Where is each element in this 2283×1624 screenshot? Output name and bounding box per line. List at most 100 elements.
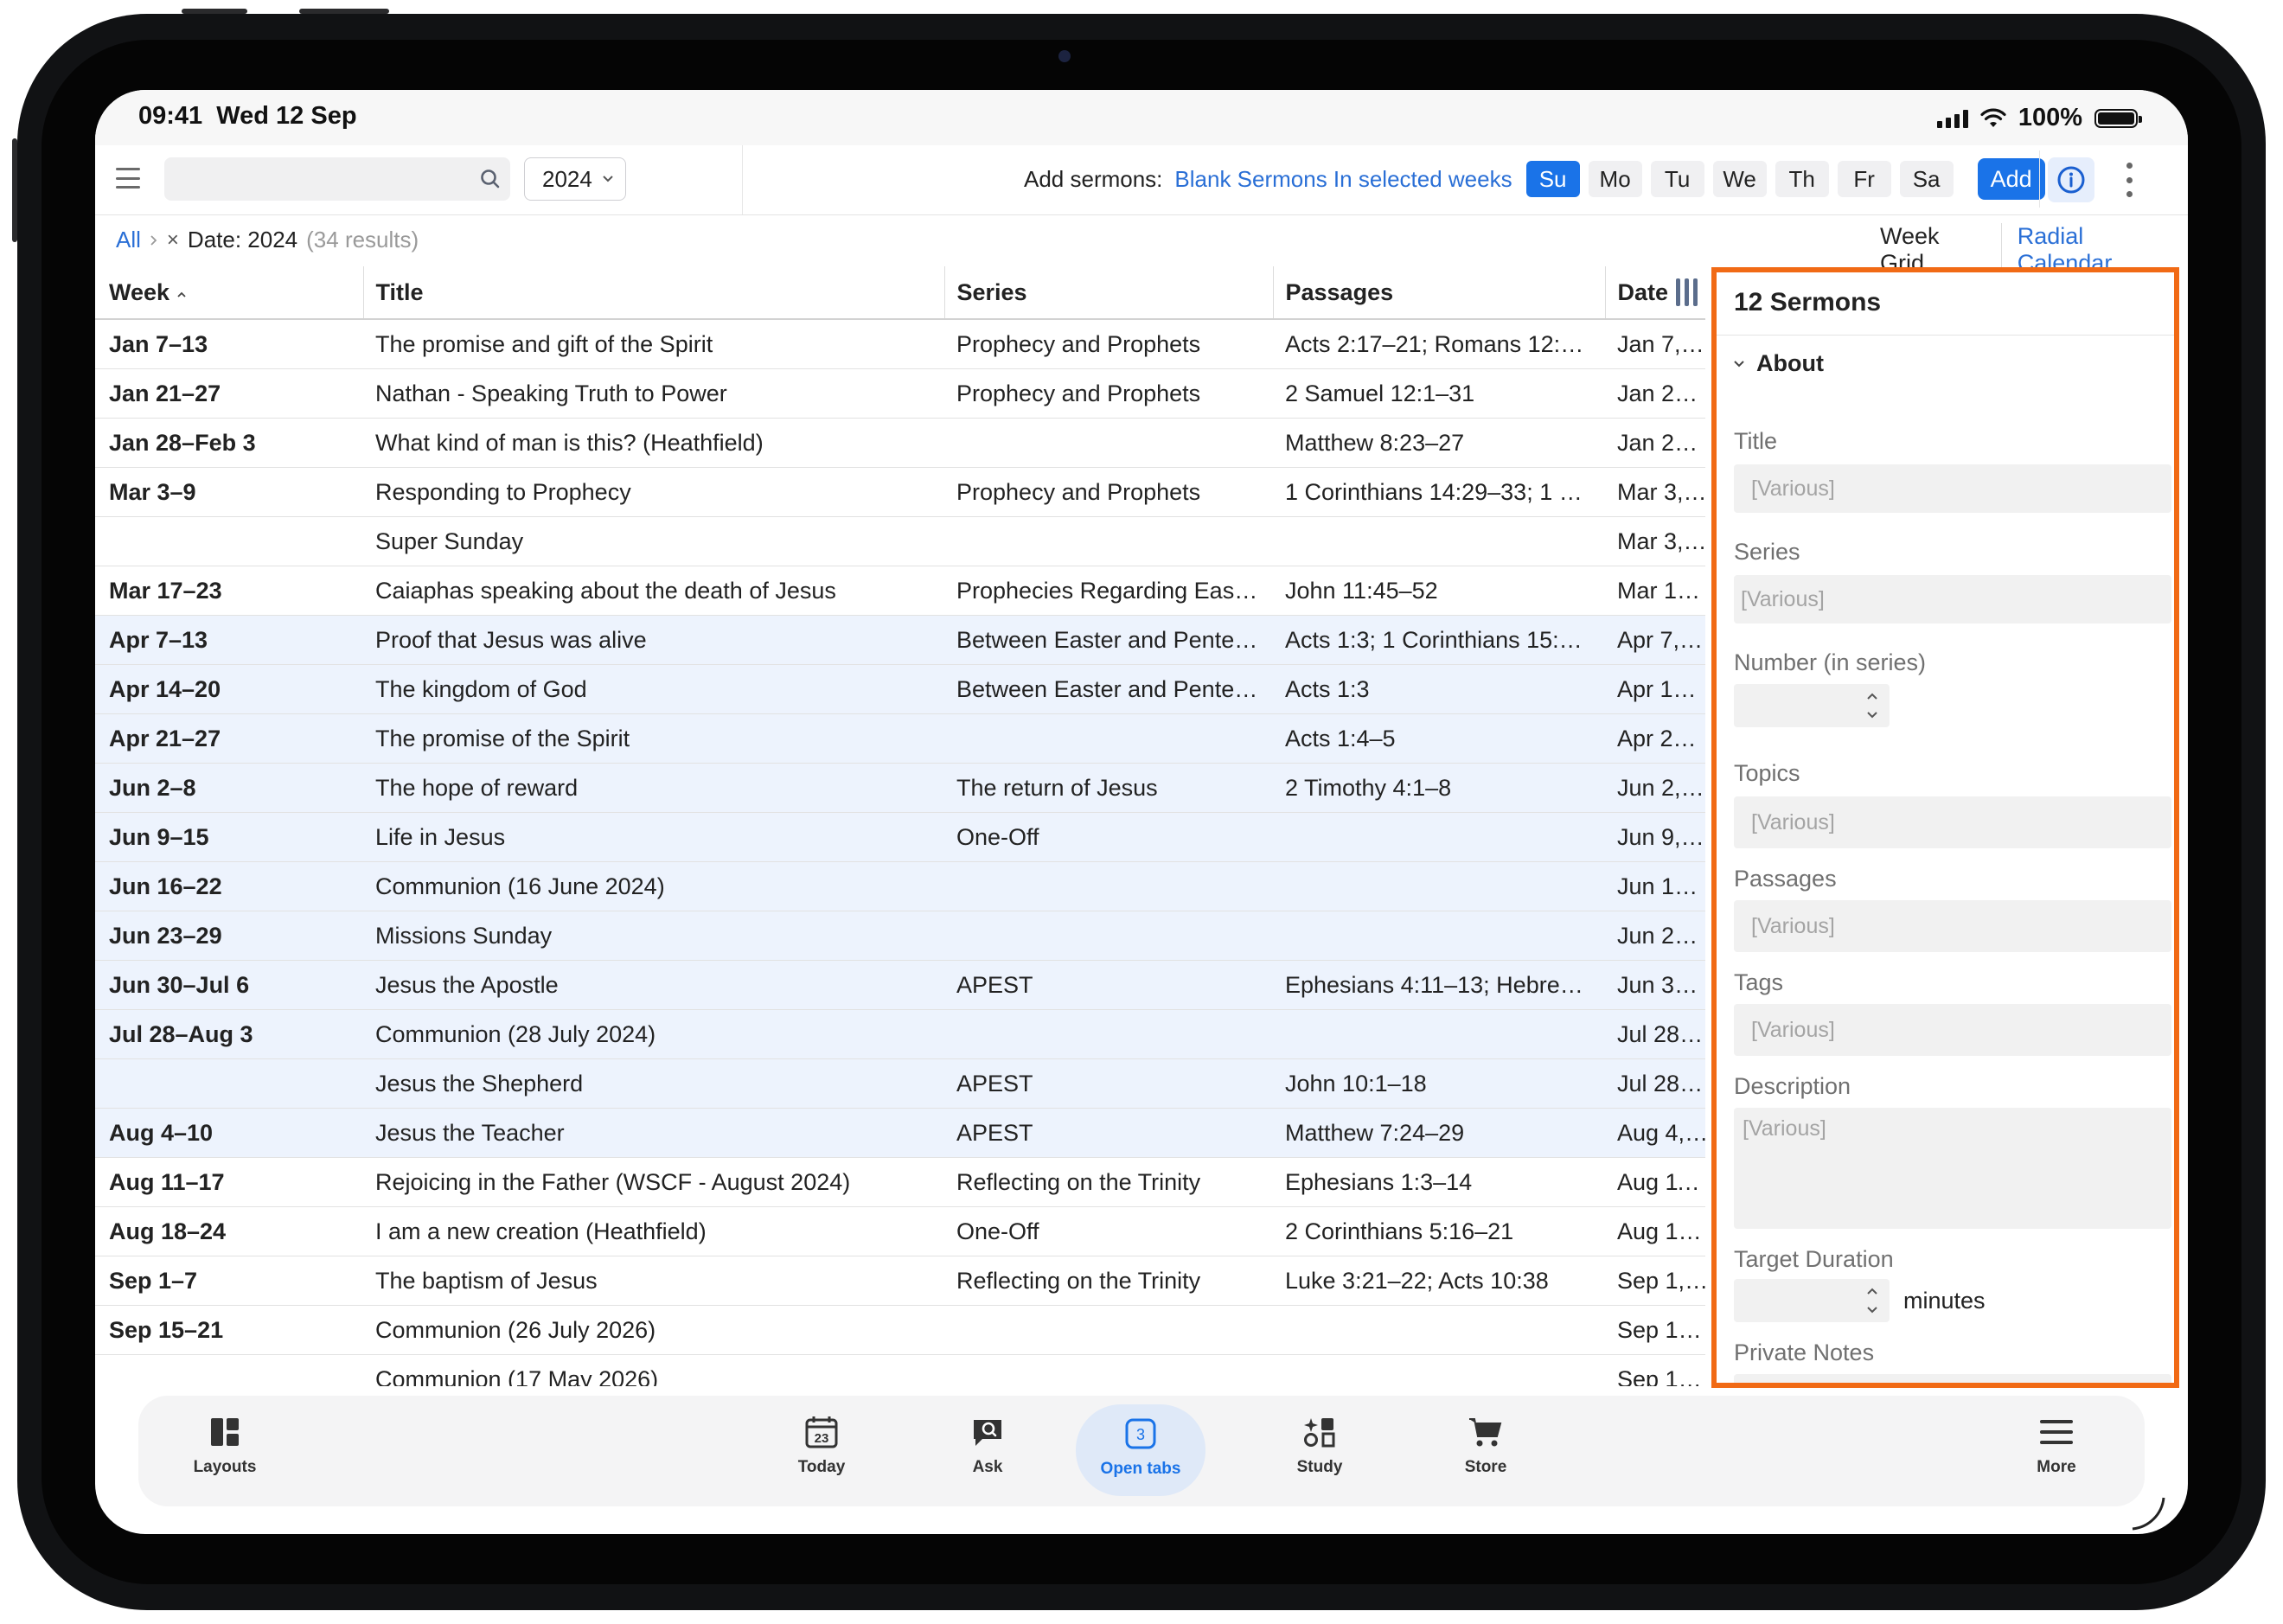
cell-title: Jesus the Teacher — [363, 1108, 944, 1158]
cell-week: Jan 28–Feb 3 — [95, 418, 363, 468]
cell-date: Aug 4, 20 — [1605, 1108, 1705, 1158]
stepper-arrows-icon — [1867, 693, 1877, 719]
table-header-row: Week Title Series Passages Date — [95, 266, 1705, 320]
table-row[interactable]: Apr 21–27 The promise of the Spirit Acts 1… — [95, 713, 1705, 764]
about-section-label: About — [1756, 350, 1824, 376]
cell-date: Jan 7, 20 — [1605, 319, 1705, 369]
cell-week: Jun 30–Jul 6 — [95, 960, 363, 1010]
number-stepper[interactable] — [1734, 684, 1890, 727]
passages-field[interactable]: [Various] — [1734, 900, 2171, 952]
cell-passages: 1 Corinthians 14:29–33; 1 C… — [1273, 467, 1605, 517]
table-row[interactable]: Sep 1–7 The baptism of Jesus Reflecting on… — [95, 1256, 1705, 1306]
tab-more[interactable]: More — [1996, 1413, 2117, 1477]
cell-passages — [1273, 812, 1605, 862]
title-field[interactable]: [Various] — [1734, 464, 2171, 513]
cell-title: Communion (26 July 2026) — [363, 1305, 944, 1355]
tab-store[interactable]: Store — [1425, 1413, 1546, 1477]
tags-field[interactable]: [Various] — [1734, 1004, 2171, 1056]
year-select-value: 2024 — [542, 165, 592, 192]
tab-open-tabs[interactable]: 3 Open tabs — [1076, 1404, 1205, 1496]
table-row[interactable]: Mar 17–23 Caiaphas speaking about the dea… — [95, 566, 1705, 616]
column-header-week[interactable]: Week — [95, 266, 364, 320]
cell-week: Sep 15–21 — [95, 1305, 363, 1355]
day-toggle-sunday[interactable]: Su — [1525, 161, 1580, 197]
table-row[interactable]: Jesus the Shepherd APEST John 10:1–18 Jul 2… — [95, 1058, 1705, 1109]
day-toggle-friday[interactable]: Fr — [1837, 161, 1891, 197]
description-field[interactable]: [Various] — [1734, 1108, 2171, 1229]
menu-icon — [2040, 1420, 2073, 1444]
tab-today[interactable]: 23 Today — [761, 1413, 882, 1477]
cell-week: Jul 28–Aug 3 — [95, 1009, 363, 1059]
more-options-icon[interactable] — [2119, 163, 2139, 197]
app-screen: 09:41 Wed 12 Sep 100% 2024 Add sermons: … — [95, 90, 2188, 1534]
cell-passages: 2 Corinthians 5:16–21 — [1273, 1206, 1605, 1256]
table-row[interactable]: Aug 4–10 Jesus the Teacher APEST Matthew 7:… — [95, 1108, 1705, 1158]
info-button[interactable] — [2048, 157, 2094, 202]
wifi-icon — [1980, 108, 2006, 127]
table-row[interactable]: Sep 15–21 Communion (26 July 2026) Sep 15,… — [95, 1305, 1705, 1355]
table-row[interactable]: Jun 9–15 Life in Jesus One-Off Jun 9, 20 — [95, 812, 1705, 862]
topics-field[interactable]: [Various] — [1734, 796, 2171, 848]
cell-series: APEST — [944, 1058, 1273, 1109]
table-row[interactable]: Jun 2–8 The hope of reward The return of J… — [95, 763, 1705, 813]
table-row[interactable]: Jan 7–13 The promise and gift of the Spir… — [95, 319, 1705, 369]
divider — [1717, 335, 2174, 336]
table-row[interactable]: Jun 16–22 Communion (16 June 2024) Jun 16,… — [95, 861, 1705, 911]
stepper-arrows-icon — [1867, 1288, 1877, 1314]
day-toggle-saturday[interactable]: Sa — [1899, 161, 1954, 197]
cell-series — [944, 861, 1273, 911]
sort-ascending-icon — [177, 291, 186, 297]
table-row[interactable]: Jun 23–29 Missions Sunday Jun 23, 2 — [95, 911, 1705, 961]
add-button[interactable]: Add — [1977, 158, 2045, 200]
search-icon[interactable] — [477, 166, 503, 192]
duration-stepper[interactable] — [1734, 1279, 1890, 1322]
breadcrumb-all[interactable]: All — [116, 227, 141, 253]
day-toggle-tuesday[interactable]: Tu — [1650, 161, 1704, 197]
about-section-toggle[interactable]: About — [1732, 350, 1824, 377]
table-row[interactable]: Apr 14–20 The kingdom of God Between Easte… — [95, 664, 1705, 714]
cell-date: Sep 1, 20 — [1605, 1256, 1705, 1306]
table-row[interactable]: Communion (17 May 2026) Sep 15, 2 — [95, 1354, 1705, 1386]
column-header-title[interactable]: Title — [363, 266, 945, 320]
cell-date: Apr 7, 20 — [1605, 615, 1705, 665]
table-row[interactable]: Super Sunday Mar 3, 20 — [95, 516, 1705, 566]
year-select[interactable]: 2024 — [524, 157, 626, 201]
cell-week — [95, 1354, 363, 1386]
day-toggle-monday[interactable]: Mo — [1588, 161, 1642, 197]
table-row[interactable]: Jul 28–Aug 3 Communion (28 July 2024) Jul … — [95, 1009, 1705, 1059]
table-row[interactable]: Jun 30–Jul 6 Jesus the Apostle APEST Ephesi… — [95, 960, 1705, 1010]
cell-week — [95, 516, 363, 566]
table-row[interactable]: Jan 28–Feb 3 What kind of man is this? (H… — [95, 418, 1705, 468]
toolbar-divider — [2039, 150, 2040, 208]
private-notes-field[interactable]: Your comments... — [1734, 1374, 2171, 1383]
tab-layouts[interactable]: Layouts — [164, 1413, 285, 1477]
column-header-passages[interactable]: Passages — [1273, 266, 1606, 320]
series-field[interactable]: [Various] — [1734, 575, 2171, 623]
cell-week: Mar 3–9 — [95, 467, 363, 517]
tab-study[interactable]: Study — [1259, 1413, 1380, 1477]
table-row[interactable]: Apr 7–13 Proof that Jesus was alive Betwee… — [95, 615, 1705, 665]
table-row[interactable]: Aug 18–24 I am a new creation (Heathfield… — [95, 1206, 1705, 1256]
open-tabs-icon: 3 — [1125, 1418, 1156, 1449]
cell-title: Super Sunday — [363, 516, 944, 566]
day-toggle-wednesday[interactable]: We — [1712, 161, 1767, 197]
search-input[interactable] — [164, 157, 479, 201]
sidebar-menu-icon[interactable] — [116, 164, 140, 192]
cell-week: Aug 4–10 — [95, 1108, 363, 1158]
cellular-signal-icon — [1936, 109, 1968, 128]
device-side-button — [12, 138, 17, 242]
cell-title: Nathan - Speaking Truth to Power — [363, 368, 944, 419]
remove-filter-icon[interactable]: × — [167, 228, 179, 253]
column-header-series[interactable]: Series — [944, 266, 1274, 320]
cell-passages: Ephesians 4:11–13; Hebrew… — [1273, 960, 1605, 1010]
tab-ask[interactable]: Ask — [927, 1413, 1048, 1477]
table-row[interactable]: Aug 11–17 Rejoicing in the Father (WSCF -… — [95, 1157, 1705, 1207]
table-row[interactable]: Mar 3–9 Responding to Prophecy Prophecy an… — [95, 467, 1705, 517]
passages-label: Passages — [1734, 866, 1837, 892]
blank-sermons-link[interactable]: Blank Sermons In selected weeks — [1174, 166, 1512, 193]
table-row[interactable]: Jan 21–27 Nathan - Speaking Truth to Powe… — [95, 368, 1705, 419]
day-toggle-thursday[interactable]: Th — [1775, 161, 1829, 197]
cell-date: Sep 15, 2 — [1605, 1354, 1705, 1386]
cell-title: The hope of reward — [363, 763, 944, 813]
column-chooser-icon[interactable] — [1676, 278, 1702, 306]
